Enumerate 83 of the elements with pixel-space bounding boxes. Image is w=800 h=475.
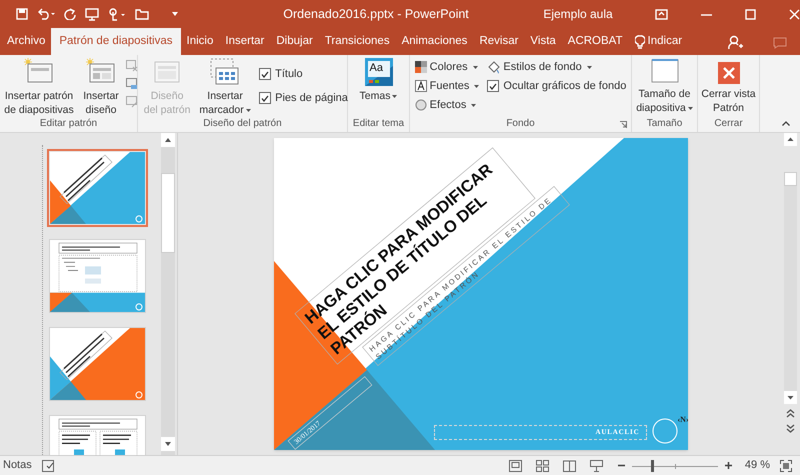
redo-icon[interactable] xyxy=(64,8,76,20)
add-person-icon[interactable] xyxy=(728,35,744,50)
checkbox-option[interactable]: Pies de página xyxy=(259,89,348,107)
ribbon-tab[interactable]: Vista xyxy=(524,28,562,55)
ribbon-tab[interactable]: Animaciones xyxy=(396,28,474,55)
checkmark-icon xyxy=(489,82,498,90)
window-title: Ordenado2016.pptx - PowerPoint xyxy=(283,6,470,23)
group-label: Cerrar xyxy=(714,118,743,131)
group-label: Editar patrón xyxy=(40,118,98,131)
zoom-slider[interactable] xyxy=(632,460,718,472)
group-label: Diseño del patrón xyxy=(203,118,282,131)
ribbon-tab[interactable]: Dibujar xyxy=(270,28,319,55)
scroll-thumb[interactable] xyxy=(784,172,797,186)
ribbon-button[interactable]: Aa Temas xyxy=(352,58,404,103)
ribbon-button[interactable]: Efectos xyxy=(414,96,480,114)
slideshow-icon[interactable] xyxy=(590,460,603,472)
fonts-icon xyxy=(414,80,427,92)
colors-icon xyxy=(414,61,427,73)
slide-thumbnail[interactable] xyxy=(50,328,145,400)
tell-me-button[interactable]: Indicar xyxy=(628,28,688,55)
customize-caret-icon[interactable] xyxy=(172,12,178,16)
dialog-launcher-icon[interactable] xyxy=(620,121,627,128)
ribbon-button[interactable]: Colores xyxy=(414,58,480,76)
scroll-down-icon[interactable] xyxy=(784,391,797,404)
ribbon-button[interactable]: Estilos de fondo xyxy=(487,58,626,76)
ribbon-tab[interactable]: Transiciones xyxy=(318,28,396,55)
theme-preview-text: Aa xyxy=(370,62,383,75)
group-label: Fondo xyxy=(506,118,535,131)
next-slide-icon[interactable] xyxy=(785,424,796,433)
checkbox[interactable] xyxy=(259,68,272,80)
checkbox-option[interactable]: Título xyxy=(259,65,348,83)
slide-thumbnail[interactable] xyxy=(50,152,145,224)
save-icon[interactable] xyxy=(16,8,28,20)
zoom-level[interactable]: 49 % xyxy=(744,457,770,474)
lightbulb-icon xyxy=(634,34,645,48)
checkmark-icon xyxy=(261,94,270,102)
maximize-icon[interactable] xyxy=(745,8,756,20)
placeholder-icon[interactable] xyxy=(210,58,240,86)
ribbon-tab[interactable]: Patrón de diapositivas xyxy=(51,28,181,55)
comments-view-icon[interactable] xyxy=(42,460,55,472)
reading-view-icon[interactable] xyxy=(562,460,576,472)
presenter-icon[interactable] xyxy=(85,8,99,20)
zoom-in-icon[interactable] xyxy=(724,461,733,470)
scroll-up-icon[interactable] xyxy=(784,133,797,146)
collapse-ribbon-icon[interactable] xyxy=(782,121,790,126)
undo-icon[interactable] xyxy=(37,8,55,20)
slide-size-icon[interactable] xyxy=(650,58,678,84)
checkbox[interactable] xyxy=(487,80,500,92)
paint-bucket-icon xyxy=(487,60,500,74)
checkbox-option[interactable]: Ocultar gráficos de fondo xyxy=(487,77,626,95)
normal-view-icon[interactable] xyxy=(508,460,522,472)
ribbon-display-icon[interactable] xyxy=(655,8,668,20)
group-label: Tamaño xyxy=(646,118,682,131)
checkmark-icon xyxy=(261,70,270,78)
scroll-up-icon[interactable] xyxy=(161,133,175,147)
ribbon-button[interactable]: Fuentes xyxy=(414,77,480,95)
notes-button[interactable]: Notas xyxy=(3,457,32,474)
slide-sorter-icon[interactable] xyxy=(536,460,549,472)
account-name[interactable]: Ejemplo aula xyxy=(543,5,635,23)
ribbon-tab[interactable]: Archivo xyxy=(1,28,52,55)
close-master-icon[interactable] xyxy=(718,62,740,84)
slide-thumbnail[interactable] xyxy=(50,240,145,312)
scrollbar[interactable] xyxy=(161,133,175,455)
fit-slide-icon[interactable] xyxy=(780,460,792,472)
effects-icon xyxy=(414,99,427,111)
checkbox[interactable] xyxy=(259,92,272,104)
group-label: Editar tema xyxy=(352,118,404,131)
folder-icon[interactable] xyxy=(135,8,149,20)
zoom-slider-thumb[interactable] xyxy=(650,460,654,472)
ribbon-tab[interactable]: Revisar xyxy=(473,28,524,55)
scroll-thumb[interactable] xyxy=(161,173,175,253)
ribbon-button[interactable]: Tamaño de diapositiva xyxy=(632,58,696,115)
scroll-down-icon[interactable] xyxy=(161,437,175,451)
ribbon-tab[interactable]: Insertar xyxy=(219,28,270,55)
previous-slide-icon[interactable] xyxy=(785,409,796,418)
ribbon-button[interactable]: Cerrar vista Patrón xyxy=(698,58,758,115)
close-icon[interactable] xyxy=(789,8,800,20)
ribbon-tab[interactable]: Inicio xyxy=(180,28,220,55)
ribbon-button[interactable]: Insertar marcador xyxy=(197,58,254,117)
ribbon-button[interactable]: Insertar diseño xyxy=(79,58,123,117)
ribbon-button[interactable]: Insertar patrón de diapositivas xyxy=(0,58,79,117)
ribbon-tab[interactable]: ACROBAT xyxy=(562,28,629,55)
ribbon-button: Diseño del patrón xyxy=(137,58,198,117)
